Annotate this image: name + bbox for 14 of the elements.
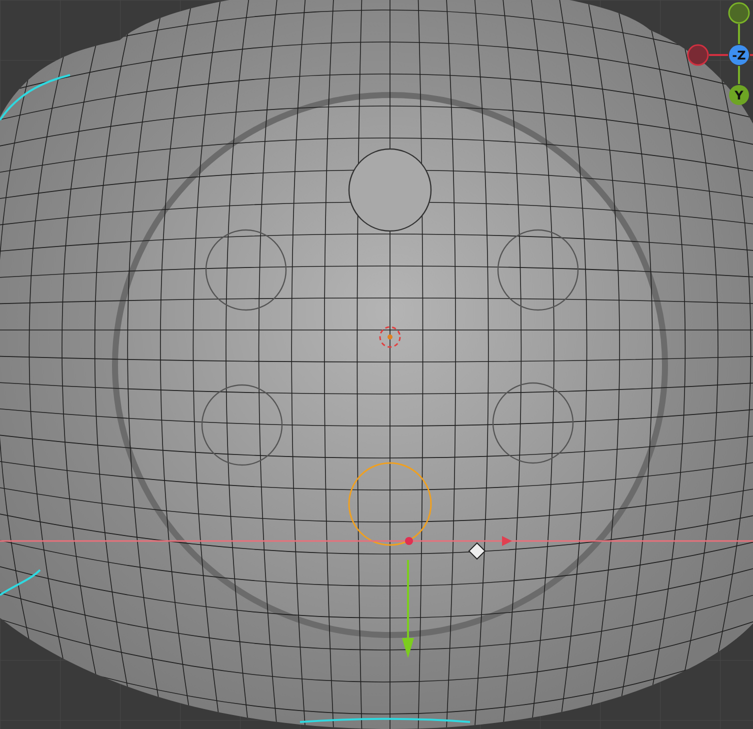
y-axis-arrow[interactable] [402,560,414,658]
gizmo-axis-line [750,54,753,56]
axis-label: -Z [732,48,746,62]
axis-ball-icon[interactable] [729,85,749,105]
3d-cursor-icon [379,326,401,348]
gizmo-axis-line [738,24,740,44]
axis-ball-icon[interactable] [687,44,709,66]
gizmo-axis-line [709,54,728,56]
gizmo-axis-line [738,66,740,84]
axis-ball-icon[interactable] [729,45,749,65]
move-icon [468,542,486,560]
axis-ball-icon[interactable] [728,2,750,24]
axis-label: Y [734,88,744,102]
x-axis-arrow[interactable] [0,536,753,546]
